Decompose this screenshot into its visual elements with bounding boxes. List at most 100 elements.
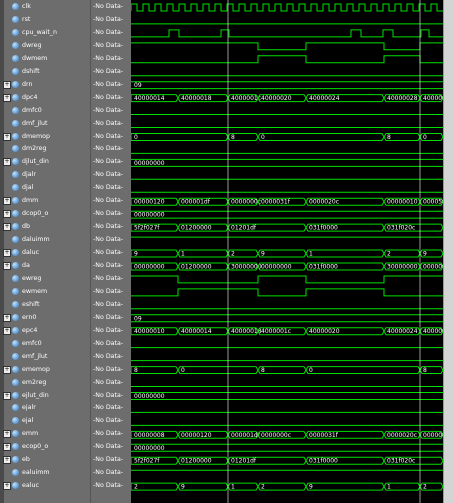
signal-icon <box>12 378 19 386</box>
bus-ecop0-o: 00000000 <box>131 443 443 452</box>
expand-icon[interactable]: + <box>3 80 11 89</box>
svg-text:9: 9 <box>181 484 185 491</box>
bus-da: 00000000 01200000 30000000 00000000 031f0000… <box>131 262 443 270</box>
expand-icon[interactable]: + <box>3 249 11 258</box>
expand-icon[interactable]: + <box>3 313 11 322</box>
signal-row-daluimm[interactable]: daluimm <box>4 234 90 246</box>
svg-text:0000020c: 0000020c <box>309 199 339 206</box>
expand-icon[interactable]: + <box>3 443 11 452</box>
svg-text:4000002c: 4000002c <box>423 95 443 102</box>
signal-row-dmf-jlut[interactable]: dmf_jlut <box>4 118 90 130</box>
signal-name: emf_jlut <box>22 352 48 360</box>
signal-row-ejal[interactable]: ejal <box>4 415 90 427</box>
signal-row-djlut-din[interactable]: + djlut_din <box>3 156 90 168</box>
svg-text:9: 9 <box>423 251 427 258</box>
expand-icon[interactable]: + <box>3 197 11 206</box>
signal-icon <box>12 236 19 244</box>
signal-row-ejlut-din[interactable]: + ejlut_din <box>3 390 90 402</box>
signal-icon <box>12 404 19 412</box>
signal-row-emfc0[interactable]: emfc0 <box>4 338 90 350</box>
signal-row-ern0[interactable]: + ern0 <box>3 312 90 324</box>
signal-icon <box>12 287 19 295</box>
svg-text:0: 0 <box>181 367 185 374</box>
expand-icon[interactable]: + <box>3 430 11 439</box>
signal-value: -No Data- <box>93 158 124 166</box>
expand-icon[interactable]: + <box>3 326 11 335</box>
expand-icon[interactable]: + <box>3 158 11 167</box>
signal-value: -No Data- <box>93 456 124 464</box>
signal-icon <box>12 223 19 231</box>
signal-row-dm2reg[interactable]: dm2reg <box>4 143 90 155</box>
signal-row-ewmem[interactable]: ewmem <box>4 286 90 298</box>
signal-row-ewreg[interactable]: ewreg <box>4 273 90 285</box>
svg-text:40000020: 40000020 <box>309 328 340 335</box>
svg-text:40000024: 40000024 <box>387 328 418 335</box>
signal-row-dcop0-o[interactable]: + dcop0_o <box>3 208 90 220</box>
signal-row-ecop0-o[interactable]: + ecop0_o <box>3 441 90 453</box>
signal-icon <box>12 41 19 49</box>
signal-row-ejalr[interactable]: ejalr <box>4 402 90 414</box>
signal-row-ealuimm[interactable]: ealuimm <box>4 467 90 479</box>
svg-text:00000000: 00000000 <box>261 263 292 270</box>
signal-icon <box>12 197 19 205</box>
signal-name: dm2reg <box>22 145 47 153</box>
signal-row-dmm[interactable]: + dmm <box>3 195 90 207</box>
signal-row-da[interactable]: + da <box>3 260 90 272</box>
signal-name: rst <box>22 15 31 23</box>
bus-dmm: 00000120 000001df 0000000c 0000031f 0000020c… <box>131 197 443 206</box>
signal-row-em2reg[interactable]: em2reg <box>4 377 90 389</box>
svg-text:0: 0 <box>261 134 265 141</box>
signal-row-dwreg[interactable]: dwreg <box>4 40 90 52</box>
signal-value: -No Data- <box>93 28 124 36</box>
signal-row-emm[interactable]: + emm <box>3 428 90 440</box>
expand-icon[interactable]: + <box>3 262 11 270</box>
signal-name: dpc4 <box>22 93 38 101</box>
svg-text:9: 9 <box>309 484 313 491</box>
signal-row-ememop[interactable]: + ememop <box>3 364 90 376</box>
signal-row-dwmem[interactable]: dwmem <box>4 53 90 65</box>
svg-text:8: 8 <box>134 367 138 374</box>
signal-name: ejal <box>22 417 34 425</box>
signal-value: -No Data- <box>93 184 124 192</box>
signal-row-ealuc[interactable]: + ealuc <box>3 480 90 492</box>
expand-icon[interactable]: + <box>3 223 11 232</box>
expand-icon[interactable]: + <box>3 93 11 102</box>
signal-value: -No Data- <box>93 430 124 438</box>
signal-row-dshift[interactable]: dshift <box>4 66 90 78</box>
vertical-scrollbar[interactable] <box>443 0 453 503</box>
signal-icon <box>12 482 19 490</box>
signal-row-djalr[interactable]: djalr <box>4 169 90 181</box>
signal-row-cpu-wait-n[interactable]: cpu_wait_n <box>4 27 90 39</box>
signal-row-rst[interactable]: rst <box>4 14 90 26</box>
signal-row-eb[interactable]: + eb <box>3 454 90 466</box>
waveform-canvas[interactable]: 0940000014 40000018 4000001c 40000020 400000… <box>131 0 443 503</box>
signal-name: ejlut_din <box>22 391 49 399</box>
signal-name: ecop0_o <box>22 443 49 451</box>
svg-text:4000001c: 4000001c <box>231 95 261 102</box>
signal-name: ealuimm <box>22 469 50 477</box>
expand-icon[interactable]: + <box>3 456 11 465</box>
expand-icon[interactable]: + <box>3 391 11 400</box>
signal-row-dmemop[interactable]: + dmemop <box>3 131 90 143</box>
signal-row-db[interactable]: + db <box>3 221 90 233</box>
signal-row-djal[interactable]: djal <box>4 182 90 194</box>
signal-row-epc4[interactable]: + epc4 <box>3 325 90 337</box>
expand-icon[interactable]: + <box>3 132 11 141</box>
signal-value: -No Data- <box>93 41 124 49</box>
expand-icon[interactable]: + <box>3 365 11 374</box>
signal-row-clk[interactable]: clk <box>4 1 90 13</box>
signal-value: -No Data- <box>93 223 124 231</box>
svg-text:40000018: 40000018 <box>181 95 212 102</box>
expand-icon[interactable]: + <box>3 210 11 219</box>
signal-row-emf-jlut[interactable]: emf_jlut <box>4 351 90 363</box>
signal-row-eshift[interactable]: eshift <box>4 299 90 311</box>
signal-row-drn[interactable]: + drn <box>3 79 90 91</box>
signal-row-daluc[interactable]: + daluc <box>3 247 90 259</box>
signal-icon <box>12 80 19 88</box>
expand-icon[interactable]: + <box>3 482 11 491</box>
signal-value: -No Data- <box>93 15 124 23</box>
signal-row-dpc4[interactable]: + dpc4 <box>3 92 90 104</box>
signal-icon <box>12 106 19 114</box>
signal-row-dmfc0[interactable]: dmfc0 <box>4 105 90 117</box>
bus-drn: 09 <box>131 81 443 89</box>
